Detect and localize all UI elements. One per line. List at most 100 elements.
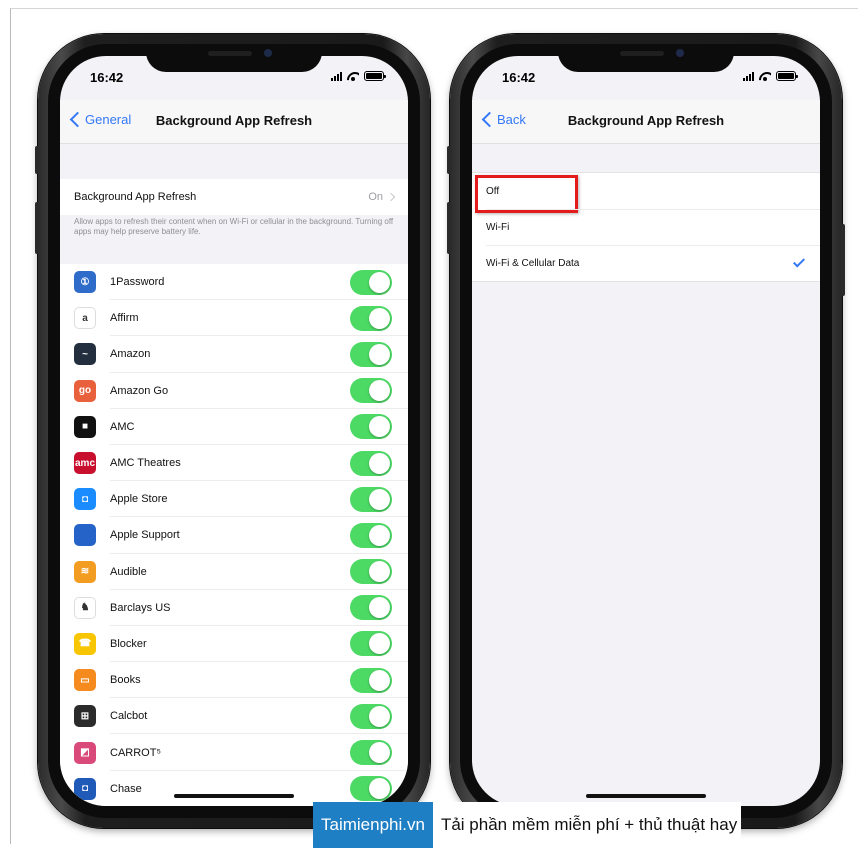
notch: [558, 44, 734, 72]
app-name: Barclays US: [110, 601, 171, 614]
app-row: a Affirm: [60, 300, 408, 337]
app-row: amc AMC Theatres: [60, 445, 408, 482]
wifi-icon: [759, 72, 771, 81]
app-row: ▭ Books: [60, 662, 408, 699]
app-name: AMC: [110, 420, 135, 433]
master-setting-row[interactable]: Background App Refresh On: [60, 179, 408, 215]
app-icon: ≋: [74, 560, 96, 583]
option-wifi-cellular[interactable]: Wi-Fi & Cellular Data: [472, 245, 820, 281]
refresh-toggle[interactable]: [350, 269, 392, 295]
app-icon: ■: [74, 415, 96, 438]
app-icon: ~: [74, 343, 96, 366]
navigation-bar: Back Background App Refresh: [472, 100, 820, 144]
mute-switch: [447, 146, 451, 174]
app-icon: amc: [74, 452, 96, 475]
refresh-toggle[interactable]: [350, 305, 392, 331]
refresh-toggle[interactable]: [350, 414, 392, 440]
mute-switch: [35, 146, 39, 174]
app-row: ~ Amazon: [60, 336, 408, 373]
refresh-toggle[interactable]: [350, 776, 392, 802]
app-row: ① 1Password: [60, 264, 408, 301]
page-title: Background App Refresh: [567, 113, 725, 128]
checkmark-icon: [792, 255, 806, 268]
app-icon: ◩: [74, 741, 96, 764]
app-row: ◘ Apple Store: [60, 481, 408, 518]
refresh-toggle[interactable]: [350, 703, 392, 729]
app-name: AMC Theatres: [110, 457, 181, 470]
option-label: Wi-Fi & Cellular Data: [486, 257, 580, 269]
app-row: ◩ CARROT⁵: [60, 734, 408, 771]
app-icon: go: [74, 379, 96, 402]
app-name: CARROT⁵: [110, 746, 162, 759]
side-button: [841, 224, 845, 296]
home-indicator[interactable]: [174, 794, 294, 798]
refresh-toggle[interactable]: [350, 559, 392, 585]
option-wifi[interactable]: Wi-Fi: [472, 209, 820, 245]
app-row: ☎ Blocker: [60, 626, 408, 663]
settings-screen: 16:42 General Background App Refresh Bac…: [60, 56, 408, 806]
app-name: Chase: [110, 782, 142, 795]
app-icon: a: [74, 307, 96, 330]
notch: [146, 44, 322, 72]
navigation-bar: General Background App Refresh: [60, 100, 408, 144]
refresh-toggle[interactable]: [350, 595, 392, 621]
app-name: Blocker: [110, 637, 147, 650]
app-name: Calcbot: [110, 710, 148, 723]
app-icon: ♞: [74, 596, 96, 619]
signal-icon: [743, 71, 754, 81]
status-time: 16:42: [502, 70, 536, 85]
refresh-toggle[interactable]: [350, 486, 392, 512]
battery-icon: [364, 71, 386, 81]
app-icon: ◘: [74, 488, 96, 511]
refresh-options-list: Off Wi-Fi Wi-Fi & Cellular Data: [472, 172, 820, 282]
right-phone: 16:42 Back Background App Refresh Off Wi…: [447, 34, 845, 828]
signal-icon: [331, 71, 342, 81]
app-icon: ▭: [74, 669, 96, 692]
option-label: Wi-Fi: [486, 221, 510, 233]
app-row: ≋ Audible: [60, 554, 408, 590]
refresh-toggle[interactable]: [350, 450, 392, 476]
options-screen: 16:42 Back Background App Refresh Off Wi…: [472, 56, 820, 806]
app-row: go Amazon Go: [60, 373, 408, 409]
refresh-toggle[interactable]: [350, 667, 392, 693]
app-name: Amazon: [110, 348, 151, 361]
watermark-tagline: Tải phần mềm miễn phí + thủ thuật hay: [432, 802, 742, 848]
option-off[interactable]: Off: [472, 173, 820, 213]
master-setting-value: On: [368, 191, 383, 203]
app-icon: [74, 524, 96, 547]
app-list: ① 1Password a Affirm ~ Amazon go Amazon Go ■ AMC a…: [60, 264, 408, 806]
app-row: ◘ Chase: [60, 771, 408, 806]
refresh-toggle[interactable]: [350, 522, 392, 548]
watermark-banner: Taimienphi.vn Tải phần mềm miễn phí + th…: [313, 802, 742, 848]
app-name: Amazon Go: [110, 384, 169, 397]
app-row: ♞ Barclays US: [60, 590, 408, 627]
app-name: Apple Store: [110, 493, 168, 506]
app-row: Apple Support: [60, 517, 408, 554]
app-name: Books: [110, 674, 141, 687]
volume-up-button: [447, 202, 451, 254]
chevron-right-icon: [386, 192, 396, 202]
page-title: Background App Refresh: [155, 113, 313, 128]
app-name: Audible: [110, 565, 147, 578]
app-icon: ①: [74, 271, 96, 294]
master-setting-label: Background App Refresh: [74, 191, 197, 203]
app-row: ■ AMC: [60, 409, 408, 446]
wifi-icon: [347, 72, 359, 81]
refresh-toggle[interactable]: [350, 631, 392, 657]
section-footer-note: Allow apps to refresh their content when…: [74, 217, 394, 236]
app-icon: ◘: [74, 777, 96, 800]
battery-icon: [776, 71, 798, 81]
watermark-brand: Taimienphi.vn: [313, 802, 433, 848]
home-indicator[interactable]: [586, 794, 706, 798]
refresh-toggle[interactable]: [350, 341, 392, 367]
app-name: Affirm: [110, 312, 139, 325]
app-row: ⊞ Calcbot: [60, 698, 408, 735]
app-name: Apple Support: [110, 529, 180, 542]
app-name: 1Password: [110, 276, 165, 289]
left-phone: 16:42 General Background App Refresh Bac…: [35, 34, 430, 828]
refresh-toggle[interactable]: [350, 740, 392, 766]
refresh-toggle[interactable]: [350, 378, 392, 404]
volume-up-button: [35, 202, 39, 254]
app-icon: ⊞: [74, 705, 96, 728]
highlight-annotation: [475, 175, 578, 213]
